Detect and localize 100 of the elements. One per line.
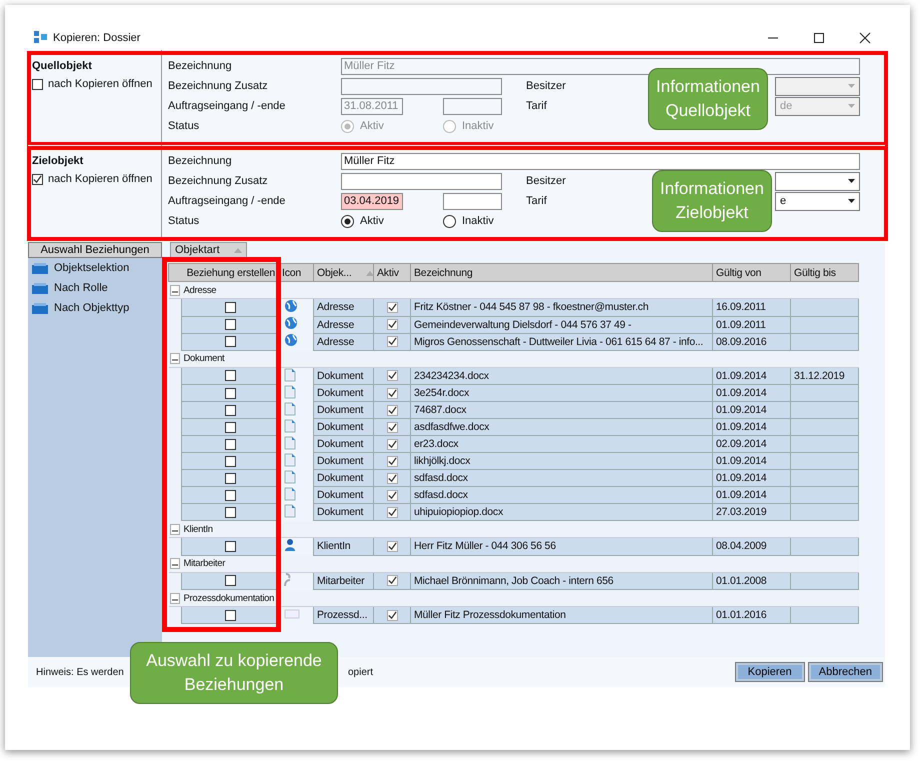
field-label: Auftragseingang / -ende <box>168 195 286 207</box>
table-cell: Migros Genossenschaft - Duttweiler Livia - 061 615 64 87 - info... <box>410 333 712 350</box>
callout: Auswahl zu kopierende Beziehungen <box>130 642 338 704</box>
checkbox[interactable] <box>224 302 236 313</box>
field-label: Tarif <box>526 195 547 207</box>
checkbox[interactable] <box>386 319 398 330</box>
checkbox[interactable] <box>386 422 398 433</box>
checkbox[interactable] <box>386 438 398 450</box>
checkbox[interactable] <box>224 370 236 382</box>
column-header[interactable]: Bezeichnung <box>410 264 712 282</box>
checkbox[interactable] <box>386 540 398 552</box>
table-cell: 01.09.2014 <box>712 367 790 384</box>
field-label: Status <box>168 120 200 132</box>
radio-button[interactable] <box>443 214 456 228</box>
checkbox[interactable] <box>224 336 236 348</box>
tray-icon <box>32 302 48 314</box>
sidebar-header[interactable]: Auswahl Beziehungen <box>28 242 162 258</box>
table-cell: 02.09.2014 <box>712 436 790 452</box>
field-label: Besitzer <box>526 80 566 92</box>
checkbox[interactable] <box>224 506 236 518</box>
table-cell: Dokument <box>314 504 374 520</box>
dialog-button[interactable]: Abbrechen <box>808 663 882 681</box>
checkbox[interactable] <box>224 540 236 552</box>
input-field[interactable]: Müller Fitz <box>341 152 860 170</box>
checkbox[interactable] <box>224 388 236 399</box>
checkbox[interactable] <box>224 456 236 467</box>
table-cell: 01.09.2011 <box>712 316 790 333</box>
sidebar-item[interactable]: Nach Objekttyp <box>28 298 162 318</box>
table-cell: Adresse <box>314 316 374 333</box>
minus-icon <box>172 359 178 362</box>
table-cell: Dokument <box>314 452 374 470</box>
column-header[interactable]: Beziehung erstellen <box>168 264 278 282</box>
group-header: Mitarbeiter <box>182 555 858 572</box>
maximize-icon[interactable] <box>813 32 825 44</box>
window-title: Kopieren: Dossier <box>53 32 142 44</box>
section-title: Zielobjekt <box>32 155 84 167</box>
checkbox[interactable] <box>224 319 236 330</box>
checkbox[interactable] <box>224 490 236 501</box>
dialog-button[interactable]: Kopieren <box>736 663 804 681</box>
table-cell: Dokument <box>314 436 374 452</box>
field-label: Auftragseingang / -ende <box>168 100 286 112</box>
column-header[interactable]: Gültig bis <box>790 264 858 282</box>
checkbox[interactable] <box>386 404 398 416</box>
group-tab[interactable]: Objektart <box>170 242 247 258</box>
checkbox[interactable] <box>386 388 398 399</box>
table-cell: 01.09.2014 <box>712 486 790 504</box>
radio-label: Inaktiv <box>462 215 494 227</box>
radio-label: Aktiv <box>360 120 384 132</box>
date-field[interactable] <box>443 192 502 210</box>
checkbox[interactable] <box>224 438 236 450</box>
table-cell: Gemeindeverwaltung Dielsdorf - 044 576 37 49 - <box>410 316 712 333</box>
tray-icon <box>32 262 48 274</box>
checkbox[interactable] <box>386 610 398 621</box>
collapse-toggle[interactable] <box>170 353 180 364</box>
section-title: Quellobjekt <box>32 60 93 72</box>
table-cell: Mitarbeiter <box>314 572 374 590</box>
column-header[interactable]: Icon <box>278 264 314 282</box>
collapse-toggle[interactable] <box>170 592 180 604</box>
collapse-toggle[interactable] <box>170 285 180 296</box>
caret-icon <box>848 179 855 183</box>
radio-label: Aktiv <box>360 215 384 227</box>
checkbox[interactable] <box>224 610 236 621</box>
checkbox[interactable] <box>386 336 398 348</box>
checkbox[interactable] <box>386 302 398 313</box>
close-icon[interactable] <box>859 32 871 44</box>
group-header: Prozessdokumentation <box>182 590 858 606</box>
table-cell: Dokument <box>314 367 374 384</box>
date-field[interactable]: 03.04.2019 <box>341 192 403 210</box>
table-cell: 01.09.2014 <box>712 418 790 436</box>
table-cell: 234234234.docx <box>410 367 712 384</box>
sidebar-item[interactable]: Nach Rolle <box>28 278 162 298</box>
checkbox[interactable] <box>386 456 398 467</box>
checkbox[interactable] <box>32 174 43 184</box>
collapse-toggle[interactable] <box>170 558 180 570</box>
checkbox-label: nach Kopieren öffnen <box>48 173 152 185</box>
table-cell: sdfasd.docx <box>410 470 712 486</box>
checkbox[interactable] <box>386 472 398 484</box>
checkbox[interactable] <box>224 404 236 416</box>
collapse-toggle[interactable] <box>170 524 180 535</box>
checkbox[interactable] <box>386 506 398 518</box>
table-cell: 3e254r.docx <box>410 384 712 402</box>
column-header[interactable]: Gültig von <box>712 264 790 282</box>
radio-label: Inaktiv <box>462 120 494 132</box>
dropdown[interactable] <box>775 172 860 190</box>
input-field[interactable] <box>341 172 502 190</box>
dropdown[interactable]: e <box>775 192 860 210</box>
column-header[interactable]: Aktiv <box>374 264 410 282</box>
checkbox[interactable] <box>224 422 236 433</box>
checkbox[interactable] <box>386 370 398 382</box>
column-header[interactable]: Objek... <box>314 264 374 282</box>
field-label: Bezeichnung <box>168 60 233 72</box>
table-cell: Dokument <box>314 402 374 418</box>
sidebar-item[interactable]: Objektselektion <box>28 258 162 278</box>
table-cell: 01.09.2014 <box>712 470 790 486</box>
radio-button[interactable] <box>341 214 354 228</box>
checkbox[interactable] <box>386 575 398 586</box>
field-label: Bezeichnung Zusatz <box>168 80 269 92</box>
checkbox[interactable] <box>224 472 236 484</box>
checkbox[interactable] <box>386 490 398 501</box>
checkbox[interactable] <box>224 575 236 586</box>
